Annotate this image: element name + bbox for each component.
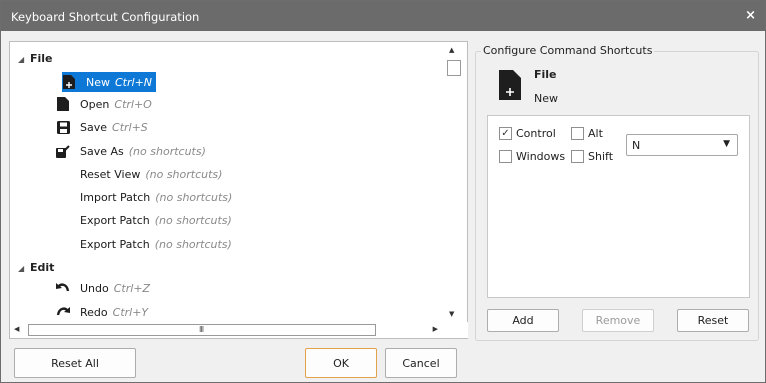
- tree-item-shortcut: (no shortcuts): [128, 144, 206, 158]
- tree-item-shortcut: (no shortcuts): [154, 237, 232, 251]
- tree-item-new[interactable]: New Ctrl+N: [62, 72, 157, 92]
- tree-item-icon-placeholder: [56, 213, 70, 227]
- alt-label: Alt: [588, 127, 603, 140]
- close-icon[interactable]: ×: [745, 8, 756, 23]
- save-as-icon: [56, 144, 70, 158]
- alt-checkbox[interactable]: Alt: [571, 127, 603, 140]
- tree-item-open[interactable]: Open Ctrl+O: [56, 94, 152, 114]
- tree-item-label: Save: [80, 120, 108, 134]
- tree-item-icon-placeholder: [56, 167, 70, 181]
- checkbox-box[interactable]: [571, 150, 584, 163]
- tree-item-shortcut: Ctrl+N: [115, 75, 153, 89]
- tree-item-shortcut: Ctrl+O: [114, 97, 152, 111]
- collapse-arrow-icon[interactable]: ◢: [18, 55, 30, 64]
- tree-item-shortcut: (no shortcuts): [145, 167, 223, 181]
- tree-category-edit[interactable]: ◢ Edit: [18, 261, 54, 274]
- configure-group-title: Configure Command Shortcuts: [481, 44, 655, 57]
- undo-icon: [56, 281, 70, 295]
- checkmark-icon[interactable]: ✓: [499, 127, 512, 140]
- tree-item-shortcut: (no shortcuts): [154, 213, 232, 227]
- tree-item-label: Redo: [80, 305, 108, 319]
- title-bar[interactable]: Keyboard Shortcut Configuration ×: [1, 1, 765, 31]
- tree-item-save-as[interactable]: Save As (no shortcuts): [56, 141, 206, 161]
- vertical-scroll-thumb[interactable]: [447, 60, 461, 76]
- tree-item-label: New: [86, 75, 110, 89]
- tree-item-label: Save As: [80, 144, 124, 158]
- selected-command-name: New: [534, 92, 558, 105]
- windows-checkbox[interactable]: Windows: [499, 150, 565, 163]
- tree-item-reset-view[interactable]: Reset View (no shortcuts): [56, 164, 222, 184]
- reset-button[interactable]: Reset: [677, 309, 749, 332]
- control-label: Control: [516, 127, 556, 140]
- tree-item-save[interactable]: Save Ctrl+S: [56, 117, 148, 137]
- tree-item-icon-placeholder: [56, 237, 70, 251]
- scroll-grip: III: [199, 325, 204, 334]
- tree-item-label: Export Patch: [80, 213, 150, 227]
- shortcut-config-window: Keyboard Shortcut Configuration × ◢ File …: [0, 0, 766, 383]
- tree-item-import-patch[interactable]: Import Patch (no shortcuts): [56, 187, 232, 207]
- tree-item-export-patch[interactable]: Export Patch (no shortcuts): [56, 210, 232, 230]
- tree-item-export-patch[interactable]: Export Patch (no shortcuts): [56, 234, 232, 254]
- open-file-icon: [56, 97, 70, 111]
- scroll-left-icon[interactable]: ◀: [14, 325, 19, 333]
- checkbox-box[interactable]: [499, 150, 512, 163]
- redo-icon: [56, 305, 70, 319]
- tree-item-shortcut: (no shortcuts): [155, 190, 233, 204]
- key-select[interactable]: N ▼: [626, 134, 738, 156]
- key-select-value: N: [632, 139, 641, 152]
- vertical-scrollbar[interactable]: ▲ ▼: [441, 42, 467, 323]
- save-icon: [56, 120, 70, 134]
- new-file-icon: [62, 75, 76, 89]
- horizontal-scroll-thumb[interactable]: III: [28, 324, 376, 336]
- cancel-button[interactable]: Cancel: [385, 348, 457, 378]
- checkbox-box[interactable]: [571, 127, 584, 140]
- tree-category-file[interactable]: ◢ File: [18, 52, 53, 65]
- selected-command-category: File: [534, 68, 557, 81]
- dropdown-arrow-icon[interactable]: ▼: [723, 139, 730, 149]
- shift-label: Shift: [588, 150, 614, 163]
- command-tree[interactable]: ◢ File New Ctrl+N Open Ctrl+O Save Ctrl+…: [9, 41, 468, 339]
- tree-item-label: Undo: [80, 281, 109, 295]
- ok-button[interactable]: OK: [305, 348, 377, 378]
- tree-item-label: Open: [80, 97, 110, 111]
- windows-label: Windows: [516, 150, 566, 163]
- tree-item-label: Export Patch: [80, 237, 150, 251]
- reset-all-button[interactable]: Reset All: [14, 348, 136, 378]
- control-checkbox[interactable]: ✓ Control: [499, 127, 556, 140]
- scroll-right-icon[interactable]: ▶: [433, 325, 438, 333]
- tree-item-label: Reset View: [80, 167, 141, 181]
- shift-checkbox[interactable]: Shift: [571, 150, 613, 163]
- tree-item-shortcut: Ctrl+Z: [113, 281, 151, 295]
- collapse-arrow-icon[interactable]: ◢: [18, 264, 30, 273]
- tree-item-icon-placeholder: [56, 190, 70, 204]
- tree-item-shortcut: Ctrl+S: [112, 120, 148, 134]
- window-title: Keyboard Shortcut Configuration: [11, 10, 200, 24]
- tree-item-label: Import Patch: [80, 190, 151, 204]
- file-new-icon: [499, 70, 521, 100]
- add-button[interactable]: Add: [487, 309, 559, 332]
- tree-item-redo[interactable]: Redo Ctrl+Y: [56, 302, 148, 322]
- remove-button[interactable]: Remove: [582, 309, 654, 332]
- scroll-down-icon[interactable]: ▼: [449, 310, 454, 318]
- tree-viewport: ◢ File New Ctrl+N Open Ctrl+O Save Ctrl+…: [10, 42, 442, 323]
- tree-item-undo[interactable]: Undo Ctrl+Z: [56, 278, 150, 298]
- horizontal-scrollbar[interactable]: ◀ III ▶: [10, 322, 468, 338]
- tree-item-shortcut: Ctrl+Y: [112, 305, 149, 319]
- scroll-up-icon[interactable]: ▲: [449, 46, 454, 54]
